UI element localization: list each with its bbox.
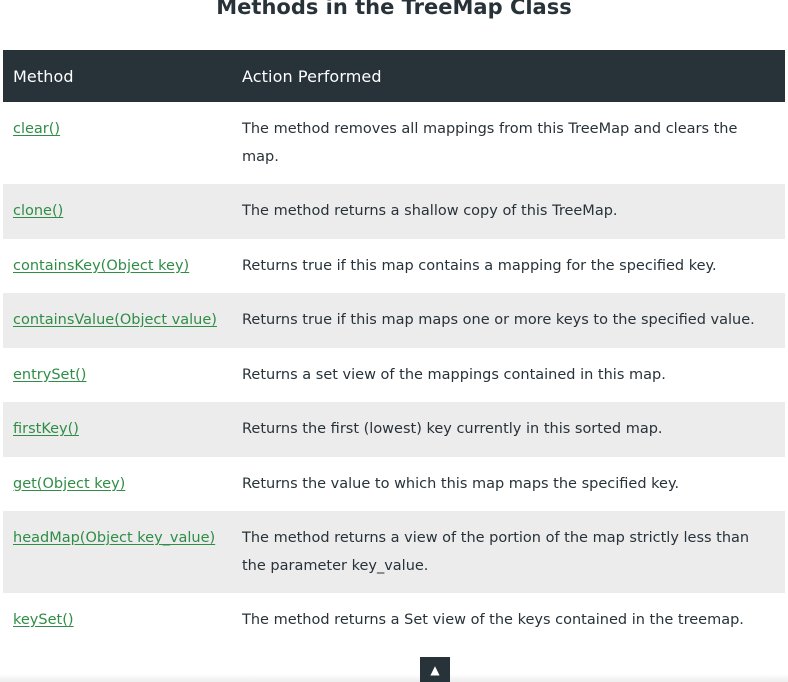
- action-cell: Returns the first (lowest) key currently…: [232, 402, 785, 457]
- method-cell: containsValue(Object value): [3, 293, 232, 348]
- action-cell: Returns true if this map maps one or mor…: [232, 293, 785, 348]
- table-row: containsKey(Object key) Returns true if …: [3, 238, 785, 293]
- method-link-containsvalue[interactable]: containsValue(Object value): [13, 312, 217, 328]
- method-link-clear[interactable]: clear(): [13, 121, 60, 137]
- table-row: containsValue(Object value) Returns true…: [3, 293, 785, 348]
- action-cell: Returns true if this map contains a mapp…: [232, 238, 785, 293]
- table-row: keySet() The method returns a Set view o…: [3, 593, 785, 648]
- table-header: Method Action Performed: [3, 50, 785, 102]
- action-cell: The method returns a shallow copy of thi…: [232, 184, 785, 239]
- method-link-headmap[interactable]: headMap(Object key_value): [13, 530, 215, 546]
- method-cell: containsKey(Object key): [3, 238, 232, 293]
- page: Methods in the TreeMap Class Method Acti…: [0, 0, 788, 682]
- section-heading: Methods in the TreeMap Class: [216, 0, 572, 19]
- column-header-action: Action Performed: [242, 66, 382, 86]
- method-link-containskey[interactable]: containsKey(Object key): [13, 258, 189, 274]
- method-cell: headMap(Object key_value): [3, 511, 232, 593]
- arrow-up-icon: ▲: [430, 663, 440, 677]
- method-cell: entrySet(): [3, 347, 232, 402]
- column-header-method: Method: [13, 66, 74, 86]
- table-row: clear() The method removes all mappings …: [3, 102, 785, 184]
- bottom-fade: [0, 674, 788, 682]
- method-cell: clear(): [3, 102, 232, 184]
- scroll-to-top-button[interactable]: ▲: [420, 657, 450, 682]
- table-row: get(Object key) Returns the value to whi…: [3, 456, 785, 511]
- method-link-clone[interactable]: clone(): [13, 203, 63, 219]
- method-cell: clone(): [3, 184, 232, 239]
- action-cell: The method returns a Set view of the key…: [232, 593, 785, 648]
- method-link-entryset[interactable]: entrySet(): [13, 367, 86, 383]
- action-cell: Returns the value to which this map maps…: [232, 456, 785, 511]
- table-row: firstKey() Returns the first (lowest) ke…: [3, 402, 785, 457]
- method-link-keyset[interactable]: keySet(): [13, 612, 74, 628]
- method-link-firstkey[interactable]: firstKey(): [13, 421, 79, 437]
- action-cell: The method returns a view of the portion…: [232, 511, 785, 593]
- method-cell: firstKey(): [3, 402, 232, 457]
- method-cell: keySet(): [3, 593, 232, 648]
- methods-table: Method Action Performed clear() The meth…: [3, 50, 785, 648]
- action-cell: Returns a set view of the mappings conta…: [232, 347, 785, 402]
- table-row: clone() The method returns a shallow cop…: [3, 184, 785, 239]
- action-cell: The method removes all mappings from thi…: [232, 102, 785, 184]
- table-body: clear() The method removes all mappings …: [3, 102, 785, 648]
- method-cell: get(Object key): [3, 456, 232, 511]
- table-row: headMap(Object key_value) The method ret…: [3, 511, 785, 593]
- method-link-get[interactable]: get(Object key): [13, 476, 125, 492]
- table-header-row: Method Action Performed: [3, 50, 785, 102]
- table-row: entrySet() Returns a set view of the map…: [3, 347, 785, 402]
